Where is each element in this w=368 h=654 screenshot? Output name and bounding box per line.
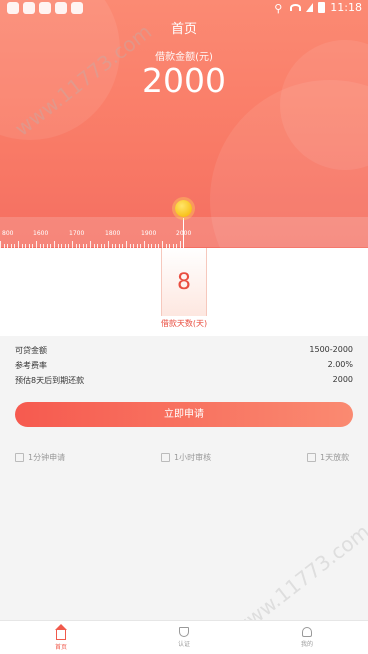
info-label: 参考费率: [15, 361, 47, 370]
notification-icon: [71, 2, 83, 14]
ruler-tick: [126, 241, 127, 248]
info-value: 2.00%: [327, 360, 353, 369]
info-value: 2000: [332, 375, 353, 384]
battery-icon: [318, 2, 326, 13]
ruler-tick: [36, 241, 37, 248]
home-icon: [55, 624, 67, 640]
feature-list: 1分钟申请 1小时审核 1天放款: [15, 452, 353, 466]
days-label: 借款天数(天): [160, 319, 208, 328]
info-row: 预估8天后到期还款 2000: [15, 375, 353, 390]
info-label: 可贷金额: [15, 346, 47, 355]
loan-days-card: 8 借款天数(天): [0, 248, 368, 336]
wifi-icon: [290, 4, 302, 11]
feature-label: 1小时审核: [174, 453, 212, 462]
ruler-labels: 800 1600 1700 1800 1900 2000: [0, 230, 368, 240]
info-row: 可贷金额 1500-2000: [15, 345, 353, 360]
ruler-label: 1900: [141, 230, 157, 237]
ruler-tick: [54, 241, 55, 248]
tab-label: 首页: [54, 644, 67, 651]
tab-home[interactable]: 首页: [31, 624, 91, 651]
ruler-tick: [162, 241, 163, 248]
shield-icon: [179, 627, 189, 637]
ruler-label: 800: [2, 230, 14, 237]
apply-button[interactable]: 立即申请: [15, 402, 353, 427]
status-time: 11:18: [330, 1, 362, 14]
tab-label: 我的: [300, 641, 313, 648]
notification-icon: [23, 2, 35, 14]
tab-mine[interactable]: 我的: [277, 627, 337, 648]
tab-label: 认证: [177, 641, 190, 648]
ruler-label: 1700: [69, 230, 85, 237]
ruler-ticks: [0, 240, 368, 248]
page-title: 首页: [170, 22, 197, 37]
days-selector[interactable]: 8: [161, 248, 207, 316]
info-row: 参考费率 2.00%: [15, 360, 353, 375]
document-icon: [307, 453, 316, 462]
feature-item: 1小时审核: [161, 452, 211, 463]
feature-item: 1天放款: [307, 452, 349, 463]
location-icon: ⚲: [274, 2, 283, 15]
header-banner: ⚲ 11:18 首页 借款金额(元) 2000 800 1600 1700 18…: [0, 0, 368, 248]
feature-label: 1天放款: [320, 453, 350, 462]
status-bar: ⚲ 11:18: [0, 0, 368, 18]
user-icon: [302, 627, 312, 637]
info-value: 1500-2000: [309, 345, 353, 354]
tab-verify[interactable]: 认证: [154, 627, 214, 648]
calendar-icon: [15, 453, 24, 462]
slider-indicator-line: [183, 218, 184, 248]
days-value: 8: [177, 270, 191, 295]
bottom-tab-bar: 首页 认证 我的: [0, 620, 368, 654]
feature-item: 1分钟申请: [15, 452, 65, 463]
ruler-label: 1800: [105, 230, 121, 237]
ruler-tick: [144, 241, 145, 248]
notification-icon: [39, 2, 51, 14]
ruler-tick: [180, 241, 181, 248]
notification-icon: [7, 2, 19, 14]
info-label: 预估8天后到期还款: [15, 376, 85, 385]
image-icon: [161, 453, 170, 462]
ruler-tick: [72, 241, 73, 248]
notification-icon: [55, 2, 67, 14]
feature-label: 1分钟申请: [28, 453, 66, 462]
ruler-tick: [0, 241, 1, 248]
signal-icon: [306, 3, 314, 12]
ruler-tick: [90, 241, 91, 248]
slider-knob[interactable]: [175, 200, 192, 217]
notification-icons: [7, 2, 83, 14]
ruler-tick: [108, 241, 109, 248]
loan-info: 可贷金额 1500-2000 参考费率 2.00% 预估8天后到期还款 2000: [15, 345, 353, 390]
ruler-label: 1600: [33, 230, 49, 237]
ruler-tick: [18, 241, 19, 248]
